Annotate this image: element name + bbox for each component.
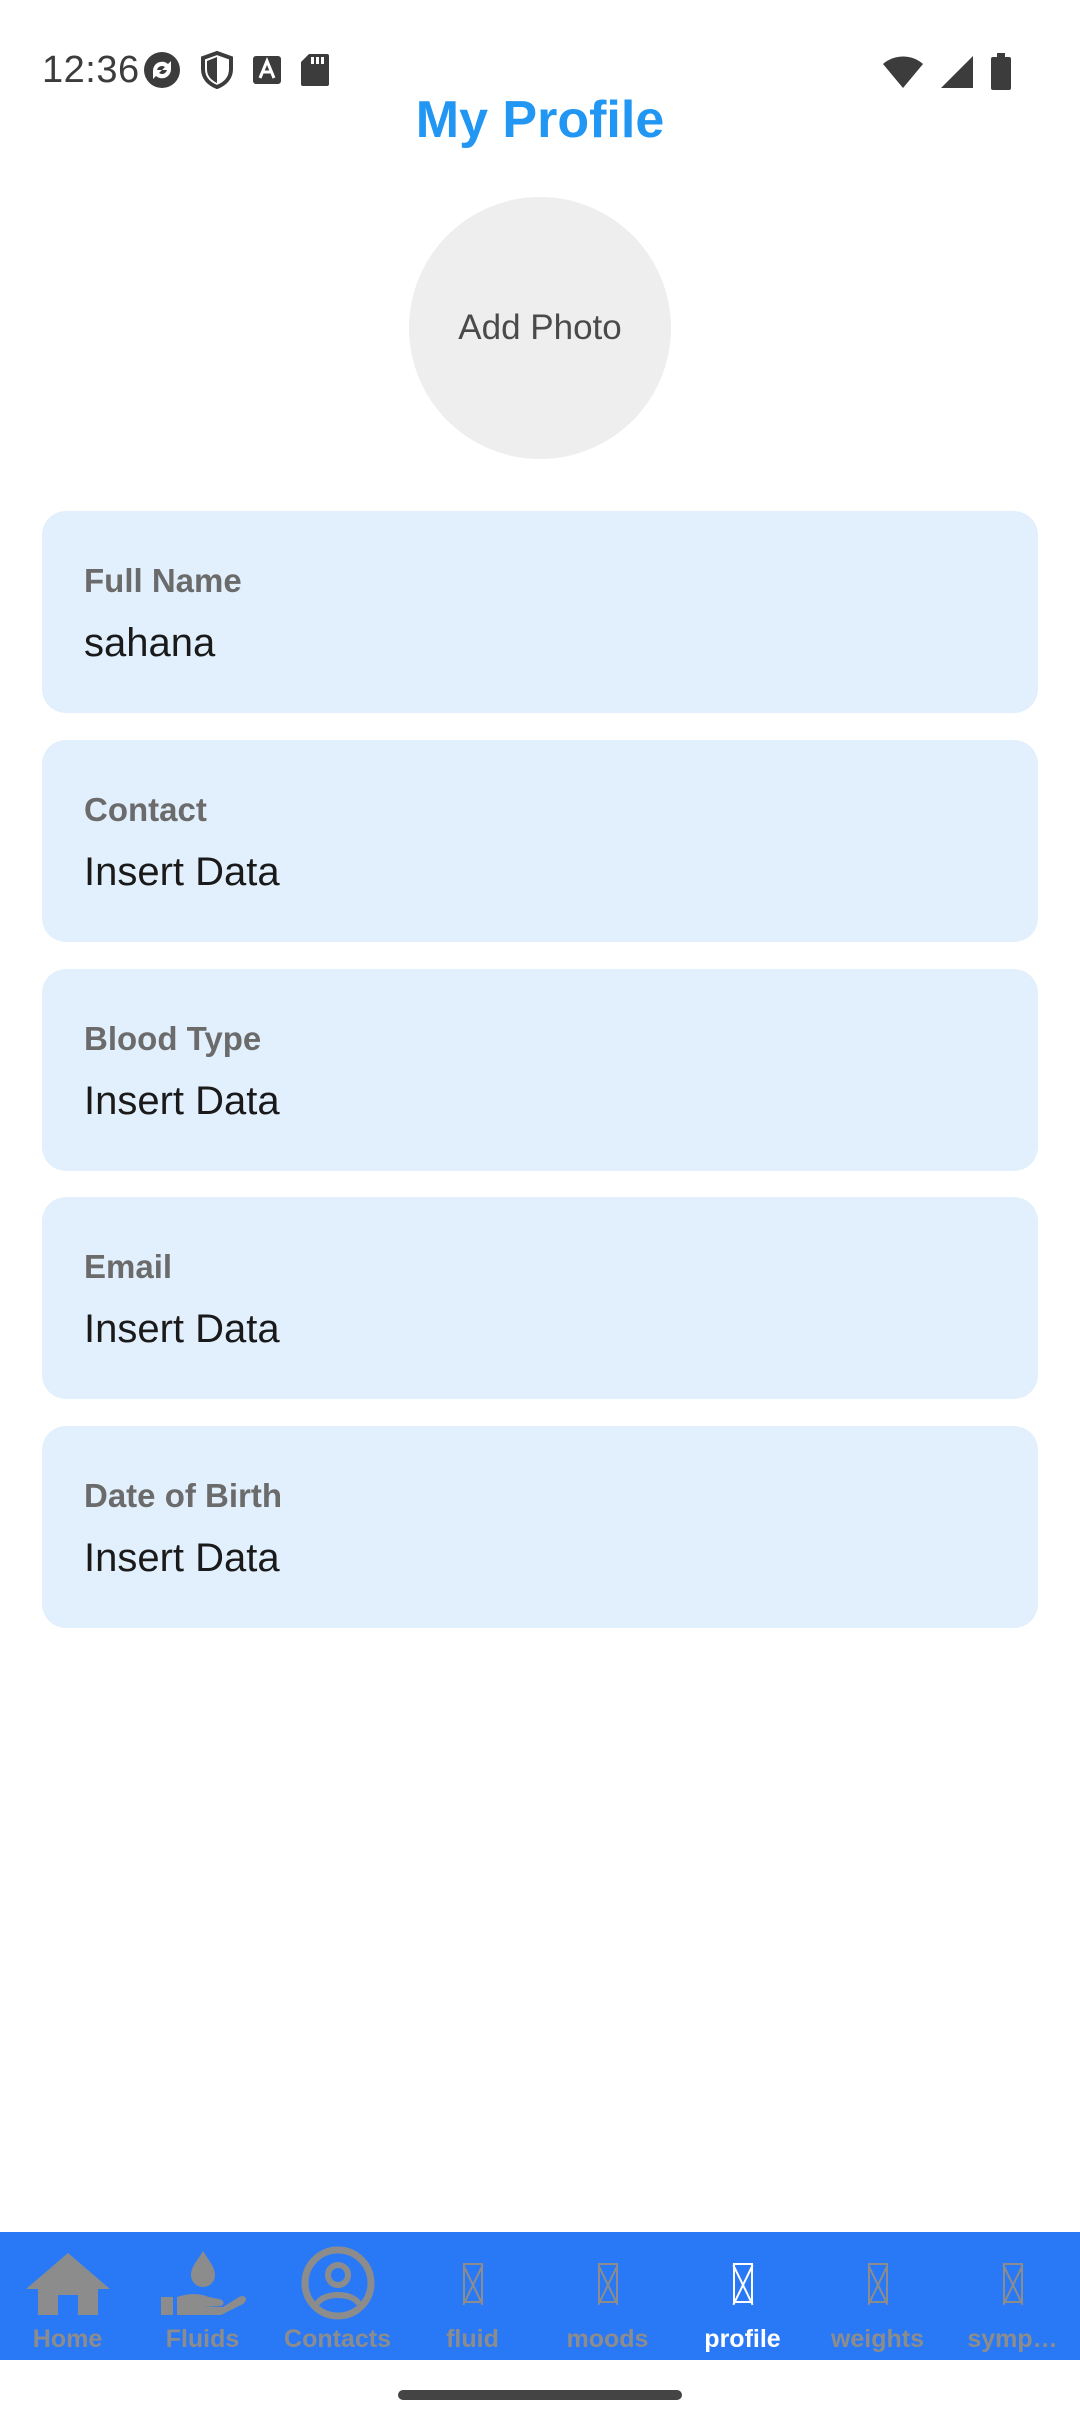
field-value: Insert Data [84,850,280,894]
missing-glyph-icon [945,2246,1080,2320]
wifi-icon [882,55,924,89]
field-label: Full Name [84,562,242,599]
field-value: sahana [84,621,216,665]
nav-label: weights [830,2325,925,2353]
nav-label: Fluids [165,2325,240,2353]
status-icons-left [142,50,330,90]
nav-label: fluid [446,2325,499,2353]
missing-glyph-icon [405,2246,540,2320]
blood-type-field[interactable]: Blood Type Insert Data [42,969,1038,1171]
field-value: Insert Data [84,1079,280,1123]
nav-label: moods [566,2325,649,2353]
sd-card-icon [300,53,330,87]
field-label: Date of Birth [84,1477,282,1514]
bottom-navigation: Home Fluids Contacts fluid moods profile… [0,2232,1080,2360]
nav-item-weights[interactable]: weights [810,2232,945,2360]
contact-field[interactable]: Contact Insert Data [42,740,1038,942]
page-title: My Profile [415,91,665,149]
home-icon [0,2246,135,2320]
add-photo-label: Add Photo [458,308,622,347]
nav-item-contacts[interactable]: Contacts [270,2232,405,2360]
shield-icon [200,51,234,89]
nav-item-fluids[interactable]: Fluids [135,2232,270,2360]
battery-icon [990,53,1012,91]
nav-item-home[interactable]: Home [0,2232,135,2360]
nav-label: Home [32,2325,103,2353]
gesture-area [0,2360,1080,2424]
status-icons-right [882,52,1012,92]
hand-drop-icon [135,2246,270,2320]
nav-item-moods[interactable]: moods [540,2232,675,2360]
account-circle-icon [270,2246,405,2320]
field-label: Email [84,1248,173,1285]
nav-item-symptoms[interactable]: symp… [945,2232,1080,2360]
nav-label: profile [704,2325,781,2353]
field-value: Insert Data [84,1307,280,1351]
field-label: Blood Type [84,1020,262,1057]
status-time: 12:36 [42,49,140,91]
nav-label: symp… [967,2325,1058,2353]
cell-signal-icon [940,55,974,89]
sync-icon [142,50,182,90]
field-value: Insert Data [84,1536,280,1580]
profile-screen: 12:36 My Profile Add Photo Full Name sah… [0,0,1080,2424]
missing-glyph-icon [810,2246,945,2320]
email-field[interactable]: Email Insert Data [42,1197,1038,1399]
nav-label: Contacts [284,2325,391,2353]
home-indicator[interactable] [398,2390,682,2400]
field-label: Contact [84,791,207,828]
date-of-birth-field[interactable]: Date of Birth Insert Data [42,1426,1038,1628]
missing-glyph-icon [675,2246,810,2320]
font-icon [252,55,282,85]
missing-glyph-icon [540,2246,675,2320]
nav-item-profile[interactable]: profile [675,2232,810,2360]
nav-item-fluid[interactable]: fluid [405,2232,540,2360]
add-photo-button[interactable]: Add Photo [409,197,671,459]
full-name-field[interactable]: Full Name sahana [42,511,1038,713]
